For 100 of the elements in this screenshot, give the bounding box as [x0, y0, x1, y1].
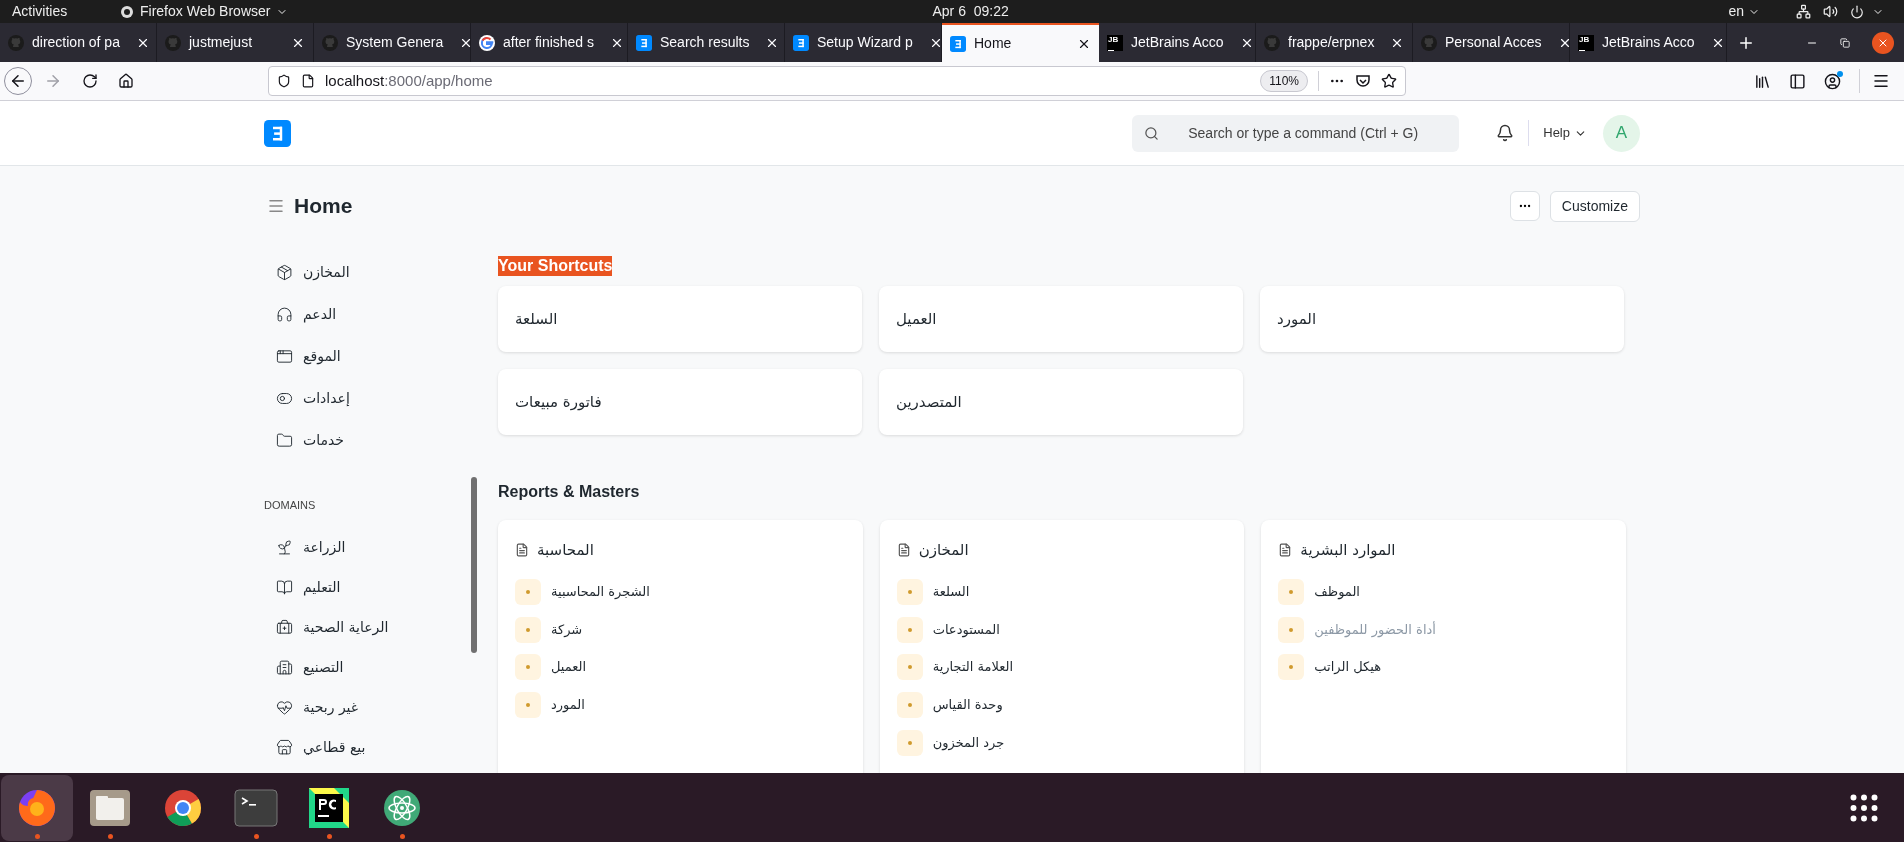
document-icon — [896, 543, 911, 557]
sidebar-item[interactable]: الرعاية الصحية — [264, 607, 479, 647]
jetbrains-icon: JB — [1578, 34, 1594, 51]
language-menu[interactable]: en — [1728, 1, 1760, 22]
app-menu[interactable]: Firefox Web Browser — [120, 1, 289, 22]
app-logo-icon — [793, 34, 809, 51]
restore-icon[interactable] — [1840, 37, 1850, 48]
sidebar-item[interactable]: الزراعة — [264, 527, 479, 567]
report-link[interactable]: جرد المخزون — [896, 723, 1228, 762]
sidebar-item[interactable]: خدمات — [264, 419, 479, 461]
library-icon[interactable] — [1754, 72, 1771, 90]
sidebar-icon — [276, 305, 293, 323]
tab-title: after finished s — [503, 33, 595, 52]
report-link[interactable]: الشجرة المحاسبية — [515, 573, 846, 611]
shortcut-card[interactable]: العميل — [879, 286, 1243, 352]
sidebar-item[interactable]: غير ربحية — [264, 687, 479, 727]
menu-icon[interactable] — [1872, 72, 1890, 90]
close-button[interactable] — [1872, 31, 1894, 54]
bullet-icon — [1278, 578, 1305, 605]
sidebar-item[interactable]: التصنيع — [264, 647, 479, 687]
shortcut-card[interactable]: فاتورة مبيعات — [498, 369, 862, 435]
bullet-icon — [896, 691, 923, 718]
sidebar-icon — [276, 698, 293, 716]
report-link[interactable]: الموظف — [1278, 573, 1609, 611]
clock[interactable]: Apr 6 09:22 — [932, 1, 1009, 22]
browser-tab[interactable]: Home — [942, 23, 1099, 62]
shortcut-card[interactable]: المورد — [1260, 286, 1624, 352]
report-link[interactable]: العلامة التجارية — [896, 648, 1228, 687]
github-icon — [1264, 34, 1280, 51]
shortcut-card[interactable]: السلعة — [498, 286, 862, 352]
home-icon[interactable] — [118, 73, 134, 89]
tab-title: JetBrains Acco — [1131, 33, 1224, 52]
sidebar-icon — [276, 431, 293, 449]
dock-app[interactable] — [1, 774, 73, 841]
chrome-icon — [163, 787, 203, 828]
report-link[interactable]: هيكل الراتب — [1278, 648, 1609, 687]
bullet-icon — [896, 729, 923, 756]
github-icon — [8, 34, 24, 51]
shortcut-card[interactable]: المتصدرين — [879, 369, 1243, 435]
section-heading: Reports & Masters — [498, 482, 641, 502]
page-icon — [301, 74, 315, 88]
report-link[interactable]: السلعة — [896, 573, 1228, 611]
scrollbar[interactable] — [471, 477, 477, 653]
bullet-icon — [515, 654, 541, 681]
sidebar-item[interactable]: المخازن — [264, 251, 479, 293]
sidebar-icon — [276, 263, 293, 281]
document-icon — [515, 543, 529, 557]
address-bar[interactable]: localhost:8000/app/home 110% — [268, 66, 1406, 96]
report-link[interactable]: المورد — [515, 686, 846, 724]
search-icon — [1144, 125, 1160, 141]
sidebar-item[interactable]: بيع قطاعي — [264, 727, 479, 767]
bookmark-star-icon[interactable] — [1381, 73, 1397, 89]
search-field[interactable]: Search or type a command (Ctrl + G) — [1132, 114, 1460, 152]
section-heading: Your Shortcuts — [498, 256, 613, 276]
section-label: DOMAINS — [264, 498, 317, 513]
report-link[interactable]: شركة — [515, 610, 846, 649]
bullet-icon — [515, 578, 541, 605]
sidebar-icon — [276, 538, 293, 556]
reload-icon[interactable] — [82, 73, 98, 89]
report-link[interactable]: المستودعات — [896, 610, 1228, 649]
github-icon — [165, 34, 181, 51]
sidebar-item[interactable]: الدعم — [264, 293, 479, 335]
tab-title: frappe/erpnex — [1288, 33, 1375, 52]
report-link[interactable]: وحدة القياس — [896, 686, 1228, 724]
bullet-icon — [1278, 654, 1305, 681]
github-icon — [1421, 34, 1437, 51]
zoom-level[interactable]: 110% — [1260, 70, 1308, 92]
pocket-icon[interactable] — [1355, 73, 1371, 89]
github-icon — [322, 34, 338, 51]
bullet-icon — [515, 691, 541, 718]
app-logo-icon — [950, 35, 966, 52]
card-title: المخازن — [918, 539, 969, 561]
tab-title: Personal Acces — [1445, 33, 1542, 52]
sidebar-toggle-icon[interactable] — [267, 197, 285, 215]
bullet-icon — [515, 616, 541, 643]
tab-title: Home — [974, 34, 1012, 53]
network-icon[interactable] — [1796, 4, 1811, 19]
activities-button[interactable]: Activities — [12, 1, 107, 22]
power-icon[interactable] — [1850, 4, 1864, 19]
tab-title: justmejust — [189, 33, 253, 52]
app-logo-icon — [636, 34, 652, 51]
app-logo — [264, 119, 291, 147]
notification-bell-icon[interactable] — [1496, 124, 1515, 142]
volume-icon[interactable] — [1823, 4, 1838, 19]
account-icon[interactable] — [1824, 72, 1841, 90]
url-text: localhost:8000/app/home — [325, 70, 493, 91]
page-title: Home — [294, 193, 353, 220]
sidebar-item[interactable]: إعدادات — [264, 377, 479, 419]
sidebar-item[interactable]: التعليم — [264, 567, 479, 607]
help-menu[interactable]: Help — [1543, 123, 1587, 143]
report-link[interactable]: العميل — [515, 648, 846, 687]
sidebar-icon — [276, 738, 293, 756]
shield-icon — [277, 74, 291, 88]
card-title: المحاسبة — [537, 539, 594, 561]
sidebar-item[interactable]: الموقع — [264, 335, 479, 377]
tab-title: JetBrains Acco — [1602, 33, 1695, 52]
bullet-icon — [896, 616, 923, 643]
sidebar-icon[interactable] — [1789, 72, 1806, 90]
customize-button[interactable]: Customize — [1549, 190, 1640, 222]
tab-title: System Genera — [346, 33, 444, 52]
